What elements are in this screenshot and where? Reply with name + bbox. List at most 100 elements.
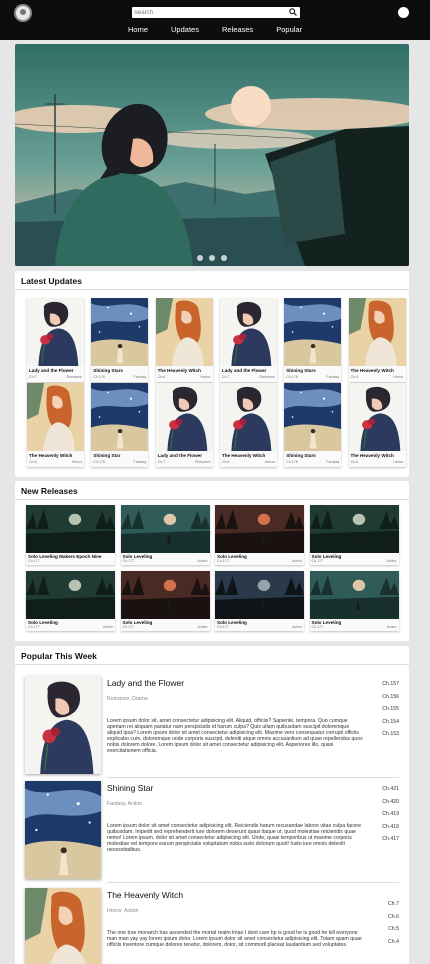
update-card[interactable]: Shining Stars Ch.176 Fantasy — [91, 298, 149, 382]
update-card[interactable]: The Heavenly Witch Ch.6 Horror — [27, 383, 84, 467]
update-card[interactable]: Lady and the Flower Ch.7 Romance — [219, 298, 277, 382]
update-cover[interactable] — [27, 298, 84, 366]
update-card[interactable]: Shining Star Ch.176 Fantasy — [91, 383, 149, 467]
release-card[interactable]: Solo Leveling Ch.177 Action — [309, 505, 399, 565]
update-title[interactable]: Shining Stars — [286, 368, 316, 373]
update-title[interactable]: Shining Star — [93, 453, 120, 458]
update-title[interactable]: Shining Stars — [93, 368, 123, 373]
release-card[interactable]: Solo Leveling Ch.177 Action — [215, 571, 304, 631]
nav-link-releases[interactable]: Releases — [222, 25, 253, 34]
update-chapter[interactable]: Ch.6 — [351, 375, 359, 379]
chapter-link[interactable]: Ch.7 — [369, 901, 399, 914]
popular-title[interactable]: Lady and the Flower — [107, 678, 184, 688]
update-chapter[interactable]: Ch.6 — [351, 460, 359, 464]
update-title[interactable]: The Heavenly Witch — [29, 453, 72, 458]
hero-dot[interactable] — [221, 255, 227, 261]
chapter-link[interactable]: Ch.419 — [369, 811, 399, 824]
update-title[interactable]: The Heavenly Witch — [222, 453, 265, 458]
update-chapter[interactable]: Ch.176 — [93, 375, 105, 379]
nav-link-popular[interactable]: Popular — [276, 25, 302, 34]
popular-title[interactable]: The Heavenly Witch — [107, 890, 183, 900]
release-card[interactable]: Solo Leveling Ch.177 Action — [26, 571, 115, 631]
update-title[interactable]: The Heavenly Witch — [351, 368, 394, 373]
popular-cover[interactable] — [25, 781, 101, 879]
logo-icon[interactable] — [14, 4, 32, 22]
release-card[interactable]: Solo Leveling Ch.177 Action — [309, 571, 399, 631]
release-cover[interactable] — [215, 571, 304, 619]
update-chapter[interactable]: Ch.176 — [286, 460, 298, 464]
update-cover[interactable] — [27, 383, 84, 451]
release-cover[interactable] — [26, 505, 115, 553]
release-chapter[interactable]: Ch.177 — [217, 559, 229, 563]
update-card[interactable]: The Heavenly Witch Ch.6 Horror — [348, 383, 406, 467]
nav-link-home[interactable]: Home — [128, 25, 148, 34]
chapter-link[interactable]: Ch.153 — [369, 731, 399, 744]
release-chapter[interactable]: Ch.177 — [123, 625, 135, 629]
update-card[interactable]: Lady and the Flower Ch.7 Romance — [27, 298, 84, 382]
release-chapter[interactable]: Ch.177 — [312, 559, 324, 563]
update-cover[interactable] — [91, 298, 149, 366]
search-box[interactable] — [132, 7, 300, 18]
theme-toggle[interactable] — [398, 7, 409, 18]
chapter-link[interactable]: Ch.155 — [369, 706, 399, 719]
update-card[interactable]: Shining Stars Ch.176 Fantasy — [284, 383, 342, 467]
hero-dot[interactable] — [197, 255, 203, 261]
update-cover[interactable] — [219, 298, 277, 366]
chapter-link[interactable]: Ch.418 — [369, 824, 399, 837]
hero-banner[interactable] — [15, 44, 409, 266]
update-title[interactable]: Lady and the Flower — [29, 368, 73, 373]
update-title[interactable]: The Heavenly Witch — [351, 453, 394, 458]
hero-dot[interactable] — [209, 255, 215, 261]
release-chapter[interactable]: Ch.177 — [312, 625, 324, 629]
chapter-link[interactable]: Ch.421 — [369, 786, 399, 799]
release-chapter[interactable]: Ch.177 — [28, 625, 40, 629]
update-cover[interactable] — [284, 383, 342, 451]
release-card[interactable]: Solo Leveling Ch.177 Action — [215, 505, 304, 565]
popular-cover[interactable] — [25, 676, 101, 774]
update-cover[interactable] — [91, 383, 149, 451]
update-chapter[interactable]: Ch.6 — [29, 460, 37, 464]
chapter-link[interactable]: Ch.157 — [369, 681, 399, 694]
update-cover[interactable] — [155, 298, 213, 366]
update-chapter[interactable]: Ch.7 — [158, 460, 166, 464]
update-title[interactable]: Shining Stars — [286, 453, 316, 458]
chapter-link[interactable]: Ch.156 — [369, 694, 399, 707]
release-chapter[interactable]: Ch.177 — [28, 559, 40, 563]
popular-item[interactable]: Shining Star Fantasy, Action Lorem ipsum… — [25, 781, 399, 883]
popular-title[interactable]: Shining Star — [107, 783, 153, 793]
popular-cover[interactable] — [25, 888, 101, 964]
update-card[interactable]: Lady and the Flower Ch.7 Romance — [155, 383, 213, 467]
update-cover[interactable] — [219, 383, 277, 451]
nav-link-updates[interactable]: Updates — [171, 25, 199, 34]
update-cover[interactable] — [284, 298, 342, 366]
chapter-link[interactable]: Ch.6 — [369, 914, 399, 927]
release-chapter[interactable]: Ch.177 — [217, 625, 229, 629]
update-chapter[interactable]: Ch.7 — [222, 375, 230, 379]
chapter-link[interactable]: Ch.4 — [369, 939, 399, 952]
update-card[interactable]: The Heavenly Witch Ch.6 Horror — [155, 298, 213, 382]
release-card[interactable]: Solo Leveling Ch.177 Action — [120, 505, 210, 565]
update-chapter[interactable]: Ch.6 — [222, 460, 230, 464]
release-card[interactable]: Solo Leveling Ch.177 Action — [120, 571, 210, 631]
popular-item[interactable]: The Heavenly Witch Horror, Action The on… — [25, 888, 399, 964]
update-chapter[interactable]: Ch.7 — [29, 375, 37, 379]
update-cover[interactable] — [348, 383, 406, 451]
release-cover[interactable] — [309, 505, 399, 553]
chapter-link[interactable]: Ch.420 — [369, 799, 399, 812]
release-cover[interactable] — [120, 505, 210, 553]
chapter-link[interactable]: Ch.154 — [369, 719, 399, 732]
update-card[interactable]: The Heavenly Witch Ch.6 Horror — [219, 383, 277, 467]
update-cover[interactable] — [348, 298, 406, 366]
chapter-link[interactable]: Ch.5 — [369, 926, 399, 939]
update-chapter[interactable]: Ch.176 — [286, 375, 298, 379]
search-input[interactable] — [133, 7, 283, 18]
release-cover[interactable] — [215, 505, 304, 553]
update-cover[interactable] — [155, 383, 213, 451]
release-cover[interactable] — [120, 571, 210, 619]
release-card[interactable]: Solo Leveling Makers Epoch Nine Ch.177 — [26, 505, 115, 565]
update-chapter[interactable]: Ch.176 — [93, 460, 105, 464]
release-chapter[interactable]: Ch.177 — [123, 559, 135, 563]
update-title[interactable]: Lady and the Flower — [158, 453, 202, 458]
popular-item[interactable]: Lady and the Flower Romance, Drama Lorem… — [25, 676, 399, 778]
release-cover[interactable] — [309, 571, 399, 619]
